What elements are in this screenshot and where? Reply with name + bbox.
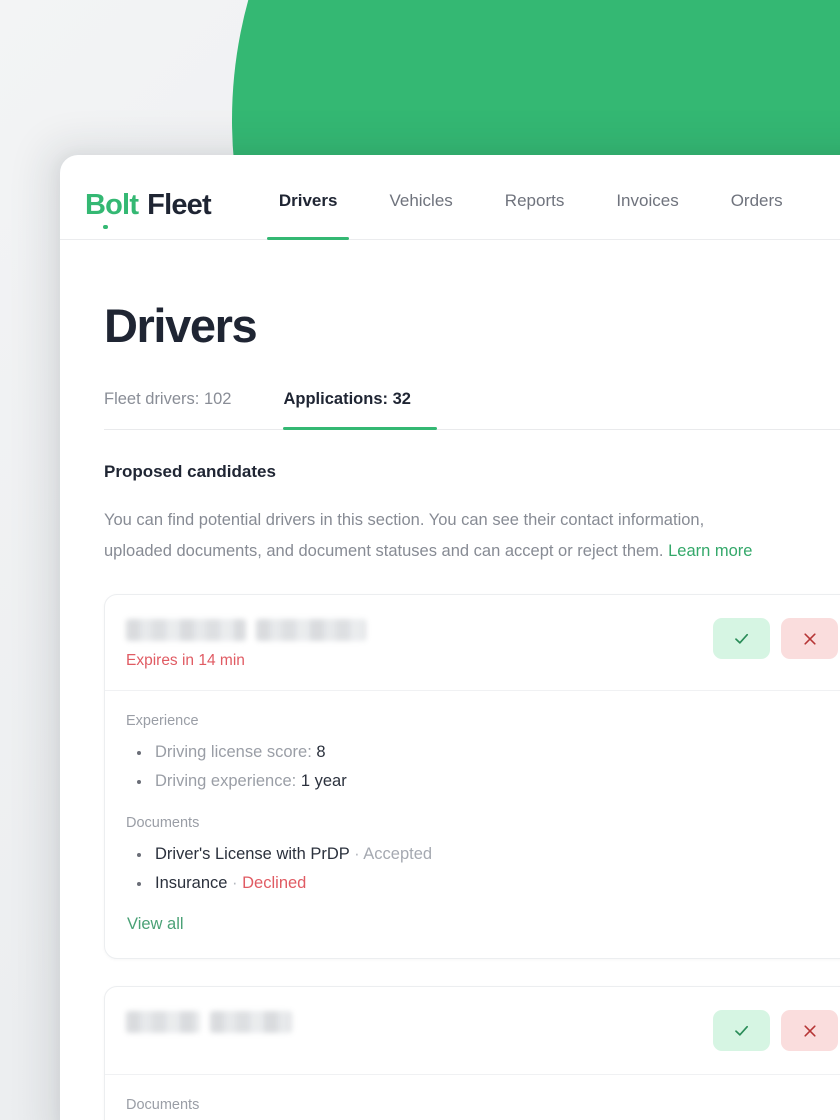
list-item: Driving license score: 8 <box>132 738 838 767</box>
candidate-card-header: Expires in 14 min <box>105 595 840 691</box>
candidate-first-name-blur <box>126 619 246 641</box>
sub-tab-fleet-drivers[interactable]: Fleet drivers: 102 <box>104 390 257 429</box>
close-icon <box>803 1024 816 1037</box>
experience-label-text: Driving experience: <box>155 772 301 790</box>
brand-logo-bolt-text: Bolt <box>85 189 139 221</box>
reject-candidate-button[interactable] <box>781 618 838 659</box>
nav-tab-drivers[interactable]: Drivers <box>253 155 364 240</box>
candidate-last-name-blur <box>210 1011 292 1033</box>
nav-tab-vehicles[interactable]: Vehicles <box>363 155 478 240</box>
brand-logo-fleet: Fleet <box>147 189 211 221</box>
documents-label: Documents <box>126 1097 200 1113</box>
experience-value: 1 year <box>300 772 347 790</box>
candidate-first-name-blur <box>126 1011 200 1033</box>
sub-tab-list: Fleet drivers: 102 Applications: 32 <box>104 390 840 430</box>
nav-tab-orders[interactable]: Orders <box>705 155 809 240</box>
experience-label-text: Driving license score: <box>155 743 317 761</box>
list-item: Driver's License with PrDP · Accepted <box>132 840 838 869</box>
experience-group: Experience Driving license score: 8 Driv… <box>126 713 838 796</box>
document-name: Driver's License with PrDP <box>155 845 350 863</box>
candidate-card-body: Experience Driving license score: 8 Driv… <box>105 691 840 958</box>
document-separator: · <box>349 845 364 863</box>
brand-logo-dot-icon <box>103 224 108 229</box>
document-status-badge: Declined <box>242 874 307 892</box>
documents-group: Documents Driver's License with PrDP · A… <box>126 815 838 934</box>
document-separator: · <box>227 874 243 892</box>
document-name: Insurance <box>155 874 228 892</box>
brand-logo-bolt: Bolt <box>85 189 139 229</box>
list-item: Insurance · Declined <box>132 869 838 898</box>
view-all-documents-link[interactable]: View all <box>127 915 184 934</box>
candidate-expiry-notice: Expires in 14 min <box>126 652 245 669</box>
documents-label: Documents <box>126 815 200 831</box>
experience-value: 8 <box>316 743 326 761</box>
brand-logo[interactable]: Bolt Fleet <box>85 155 212 240</box>
close-icon <box>803 632 816 645</box>
top-navigation-bar: Bolt Fleet Drivers Vehicles Reports Invo… <box>60 155 840 240</box>
list-item: Driving experience: 1 year <box>132 767 838 796</box>
nav-tab-invoices[interactable]: Invoices <box>590 155 704 240</box>
candidate-identity: Expires in 14 min <box>126 617 366 670</box>
experience-list: Driving license score: 8 Driving experie… <box>132 738 838 796</box>
candidate-identity <box>126 1009 292 1033</box>
candidate-card: Expires in 14 min Experience Driving lic… <box>104 594 840 959</box>
candidate-name-redacted <box>126 1011 292 1033</box>
app-window-panel: Bolt Fleet Drivers Vehicles Reports Invo… <box>60 155 840 1120</box>
learn-more-link[interactable]: Learn more <box>668 542 752 560</box>
section-description-line-2: uploaded documents, and document statuse… <box>104 536 840 567</box>
candidate-card-body: Documents Driver's License with PrDP <box>105 1075 840 1120</box>
accept-candidate-button[interactable] <box>713 1010 770 1051</box>
reject-candidate-button[interactable] <box>781 1010 838 1051</box>
nav-tab-list: Drivers Vehicles Reports Invoices Orders <box>253 155 840 240</box>
experience-label: Experience <box>126 713 199 729</box>
section-description-line-2-text: uploaded documents, and document statuse… <box>104 542 669 560</box>
page-content: Drivers Fleet drivers: 102 Applications:… <box>60 298 840 1120</box>
documents-group: Documents Driver's License with PrDP <box>126 1097 838 1120</box>
check-icon <box>735 633 749 644</box>
candidate-card-header <box>105 987 840 1075</box>
nav-tab-reports[interactable]: Reports <box>479 155 591 240</box>
section-description-line-1: You can find potential drivers in this s… <box>104 511 705 529</box>
candidate-card: Documents Driver's License with PrDP <box>104 986 840 1120</box>
check-icon <box>735 1025 749 1036</box>
page-title: Drivers <box>104 299 258 352</box>
section-title-proposed-candidates: Proposed candidates <box>104 462 276 481</box>
sub-tab-applications[interactable]: Applications: 32 <box>283 390 438 430</box>
document-status-badge: Accepted <box>363 845 433 863</box>
candidate-last-name-blur <box>256 619 366 641</box>
candidate-action-buttons <box>713 1009 838 1051</box>
documents-list: Driver's License with PrDP · Accepted In… <box>132 840 838 898</box>
candidate-action-buttons <box>713 617 838 659</box>
candidate-name-redacted <box>126 619 366 641</box>
section-description: You can find potential drivers in this s… <box>104 505 840 567</box>
accept-candidate-button[interactable] <box>713 618 770 659</box>
